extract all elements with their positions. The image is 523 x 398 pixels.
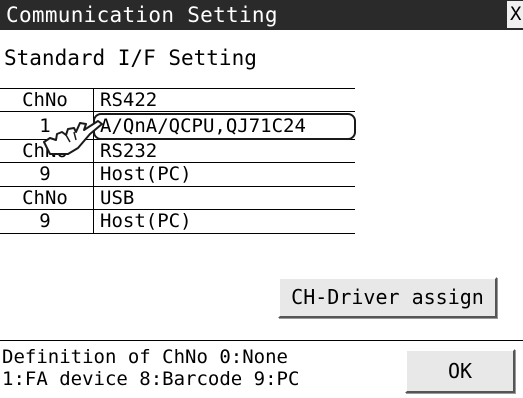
selection-highlight <box>93 113 356 140</box>
interface-label: RS422 <box>100 89 158 111</box>
window-title: Communication Setting <box>6 3 278 27</box>
close-button[interactable]: X <box>507 1 523 28</box>
channel-number: 9 <box>39 163 51 185</box>
footer-divider <box>0 340 523 341</box>
title-bar: Communication Setting X <box>0 0 523 30</box>
channel-number-header: ChNo <box>22 187 68 209</box>
interface-label: USB <box>100 187 135 209</box>
section-title: Standard I/F Setting <box>4 46 257 70</box>
table-divider <box>0 111 355 112</box>
channel-definition-line-2: 1:FA device 8:Barcode 9:PC <box>2 368 300 390</box>
driver-name[interactable]: Host(PC) <box>100 163 192 185</box>
table-column-divider <box>93 88 94 233</box>
interface-label: RS232 <box>100 140 158 162</box>
table-border-bottom <box>0 233 355 234</box>
ok-button[interactable]: OK <box>405 349 515 393</box>
channel-number-header: ChNo <box>22 89 68 111</box>
channel-definition-line-1: Definition of ChNo 0:None <box>2 346 288 368</box>
channel-number: 9 <box>39 210 51 232</box>
driver-name[interactable]: Host(PC) <box>100 210 192 232</box>
ch-driver-assign-button[interactable]: CH-Driver assign <box>278 277 497 318</box>
pointing-hand-icon <box>43 120 103 155</box>
